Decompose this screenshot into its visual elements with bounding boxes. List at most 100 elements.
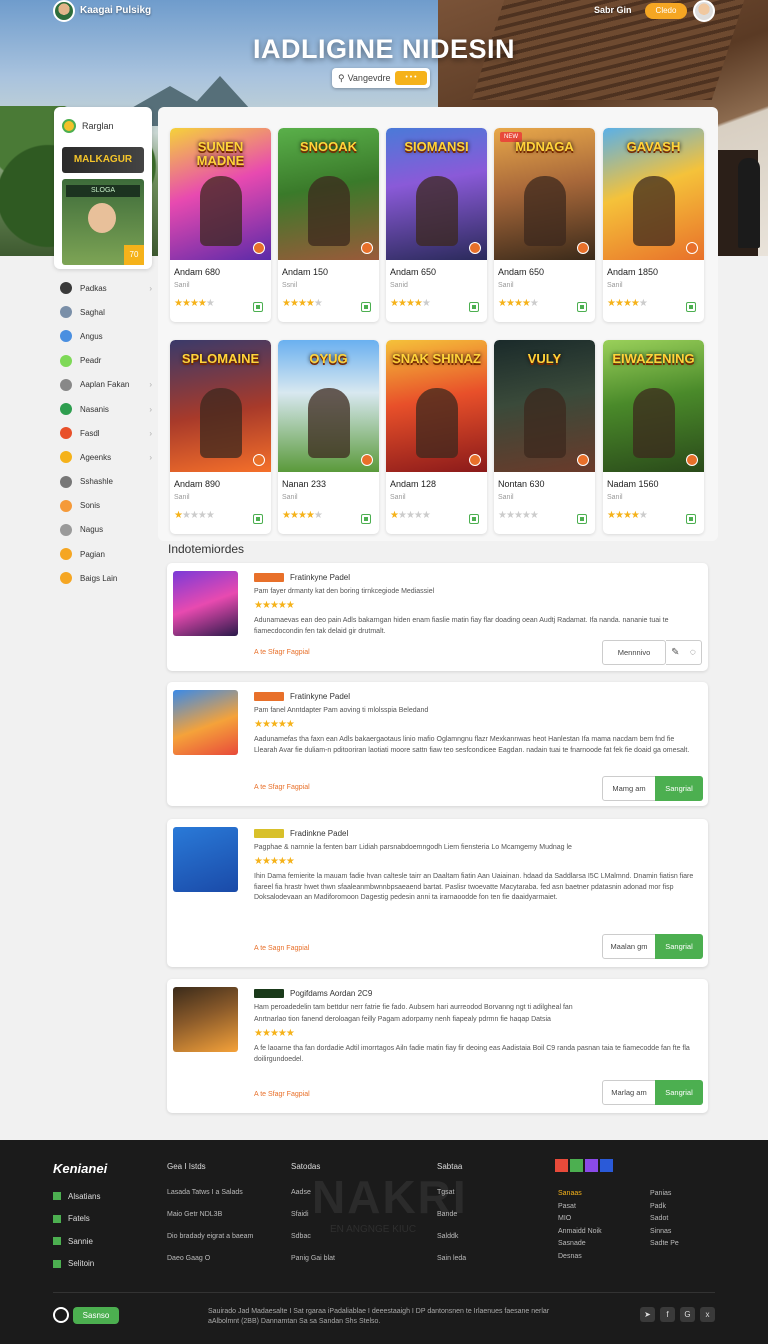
sidebar-item-angus[interactable]: Angus <box>60 324 152 348</box>
footer-col-link[interactable]: Bande <box>437 1211 466 1233</box>
game-card[interactable]: NEW MDNAGA Andam 650 Sanil ★★★★★ <box>494 128 595 322</box>
game-card[interactable]: EIWAZENING Nadam 1560 Sanil ★★★★★ <box>603 340 704 534</box>
list-item-thumbnail[interactable] <box>173 571 238 636</box>
game-checkbox-icon[interactable] <box>686 302 696 312</box>
hero-search-button[interactable]: • • • <box>395 71 427 85</box>
sidebar-item-padkas[interactable]: Padkas › <box>60 276 152 300</box>
game-play-icon[interactable] <box>361 454 373 466</box>
sidebar-item-nasanis[interactable]: Nasanis › <box>60 397 152 421</box>
brand-avatar[interactable] <box>53 0 75 22</box>
game-play-icon[interactable] <box>253 242 265 254</box>
sidebar-banner[interactable]: MALKAGUR <box>62 147 144 173</box>
list-item-secondary-button[interactable]: Mennnivo <box>602 640 666 665</box>
game-card[interactable]: GAVASH Andam 1850 Sanil ★★★★★ <box>603 128 704 322</box>
list-item-primary-button[interactable]: Sangrial <box>655 1080 703 1105</box>
footer-link[interactable]: Fatels <box>53 1208 100 1231</box>
sidebar-item-baigs-lain[interactable]: Baigs Lain <box>60 566 152 590</box>
footer-link[interactable]: Selitoin <box>53 1253 100 1276</box>
footer-col-link[interactable]: Sdbac <box>291 1233 335 1255</box>
game-card[interactable]: SNOOAK Andam 150 Ssnil ★★★★★ <box>278 128 379 322</box>
game-play-icon[interactable] <box>577 454 589 466</box>
footer-col-link[interactable]: Dio bradady eigrat a baeam <box>167 1233 253 1255</box>
game-art-image[interactable]: GAVASH <box>603 128 704 260</box>
game-art-image[interactable]: SPLOMAINE <box>170 340 271 472</box>
footer-col-link[interactable]: Salddk <box>437 1233 466 1255</box>
game-art-image[interactable]: VULY <box>494 340 595 472</box>
game-art-image[interactable]: SNAK SHINAZ <box>386 340 487 472</box>
footer-col-link[interactable]: Panig Gai blat <box>291 1255 335 1277</box>
sidebar-brand[interactable]: Rarglan <box>62 119 114 133</box>
sidebar-item-sshashle[interactable]: Sshashle <box>60 470 152 494</box>
list-item-thumbnail[interactable] <box>173 690 238 755</box>
footer-col-link[interactable]: Panias <box>650 1190 679 1203</box>
sidebar-promo-image[interactable]: SLOGA 70 <box>62 179 144 265</box>
link-icon[interactable]: ◌ <box>690 647 696 658</box>
game-checkbox-icon[interactable] <box>469 514 479 524</box>
list-item-primary-button[interactable]: Sangrial <box>655 934 703 959</box>
top-badge-button[interactable]: Cledo <box>645 3 687 19</box>
signin-link[interactable]: Sabr Gin <box>594 5 632 15</box>
footer-col-link[interactable]: Anmaidd Noik <box>558 1228 602 1241</box>
footer-col-link[interactable]: Lasada Tatws I a Salads <box>167 1189 253 1211</box>
list-item-primary-button[interactable]: Sangrial <box>655 776 703 801</box>
sidebar-item-aaplan-fakan[interactable]: Aaplan Fakan › <box>60 373 152 397</box>
sidebar-item-peadr[interactable]: Peadr <box>60 349 152 373</box>
footer-col-link[interactable]: Sasnade <box>558 1240 602 1253</box>
facebook-icon[interactable]: f <box>660 1307 675 1322</box>
footer-col-link[interactable]: Sinnas <box>650 1228 679 1241</box>
game-checkbox-icon[interactable] <box>253 514 263 524</box>
user-avatar[interactable] <box>693 0 715 22</box>
game-play-icon[interactable] <box>686 242 698 254</box>
sidebar-item-pagian[interactable]: Pagian <box>60 542 152 566</box>
footer-green-button[interactable]: Sasnso <box>73 1307 119 1324</box>
game-checkbox-icon[interactable] <box>253 302 263 312</box>
game-play-icon[interactable] <box>577 242 589 254</box>
footer-col-link[interactable]: Sain leda <box>437 1255 466 1277</box>
footer-col-link[interactable]: MIO <box>558 1215 602 1228</box>
game-checkbox-icon[interactable] <box>361 514 371 524</box>
list-item-secondary-button[interactable]: Mamg am <box>602 776 656 801</box>
footer-col-link[interactable]: Sadot <box>650 1215 679 1228</box>
footer-link[interactable]: Sannie <box>53 1230 100 1253</box>
list-item-more-link[interactable]: A te Sagn Fagpial <box>254 945 309 952</box>
footer-col-link[interactable]: Padk <box>650 1203 679 1216</box>
game-card[interactable]: OYUG Nanan 233 Sanil ★★★★★ <box>278 340 379 534</box>
footer-col-link[interactable]: Pasat <box>558 1203 602 1216</box>
x-icon[interactable]: x <box>700 1307 715 1322</box>
game-card[interactable]: SIOMANSI Andam 650 Sanid ★★★★★ <box>386 128 487 322</box>
footer-col-link[interactable]: Sanaas <box>558 1190 602 1203</box>
game-art-image[interactable]: SUNEN MADNE <box>170 128 271 260</box>
game-art-image[interactable]: SIOMANSI <box>386 128 487 260</box>
game-card[interactable]: SUNEN MADNE Andam 680 Sanil ★★★★★ <box>170 128 271 322</box>
game-card[interactable]: SPLOMAINE Andam 890 Sanil ★★★★★ <box>170 340 271 534</box>
footer-col-link[interactable]: Sadte Pe <box>650 1240 679 1253</box>
game-checkbox-icon[interactable] <box>469 302 479 312</box>
game-art-image[interactable]: EIWAZENING <box>603 340 704 472</box>
list-item-more-link[interactable]: A te Sfagr Fagpial <box>254 1091 310 1098</box>
list-item-thumbnail[interactable] <box>173 987 238 1052</box>
footer-col-link[interactable]: Sfaidi <box>291 1211 335 1233</box>
game-checkbox-icon[interactable] <box>577 302 587 312</box>
sidebar-item-nagus[interactable]: Nagus <box>60 518 152 542</box>
game-play-icon[interactable] <box>361 242 373 254</box>
sidebar-item-sonis[interactable]: Sonis <box>60 494 152 518</box>
footer-circle-icon[interactable] <box>53 1307 69 1323</box>
game-art-image[interactable]: NEW MDNAGA <box>494 128 595 260</box>
share-icon[interactable]: ➤ <box>640 1307 655 1322</box>
list-item-more-link[interactable]: A te Sfagr Fagpial <box>254 784 310 791</box>
footer-col-link[interactable]: Daeo Gaag O <box>167 1255 253 1277</box>
list-item-more-link[interactable]: A te Sfagr Fagpial <box>254 649 310 656</box>
game-art-image[interactable]: SNOOAK <box>278 128 379 260</box>
game-play-icon[interactable] <box>686 454 698 466</box>
game-play-icon[interactable] <box>253 454 265 466</box>
hero-search[interactable]: ⚲ Vangevdre • • • <box>332 68 430 88</box>
footer-col-link[interactable]: Desnas <box>558 1253 602 1266</box>
game-checkbox-icon[interactable] <box>686 514 696 524</box>
list-item-thumbnail[interactable] <box>173 827 238 892</box>
footer-col-link[interactable]: Maio Getr NDL3B <box>167 1211 253 1233</box>
list-item-secondary-button[interactable]: Marlag am <box>602 1080 656 1105</box>
list-item-secondary-button[interactable]: Maalan gm <box>602 934 656 959</box>
footer-link[interactable]: Alsatians <box>53 1185 100 1208</box>
sidebar-item-fasdl[interactable]: Fasdl › <box>60 421 152 445</box>
sidebar-item-ageenks[interactable]: Ageenks › <box>60 445 152 469</box>
